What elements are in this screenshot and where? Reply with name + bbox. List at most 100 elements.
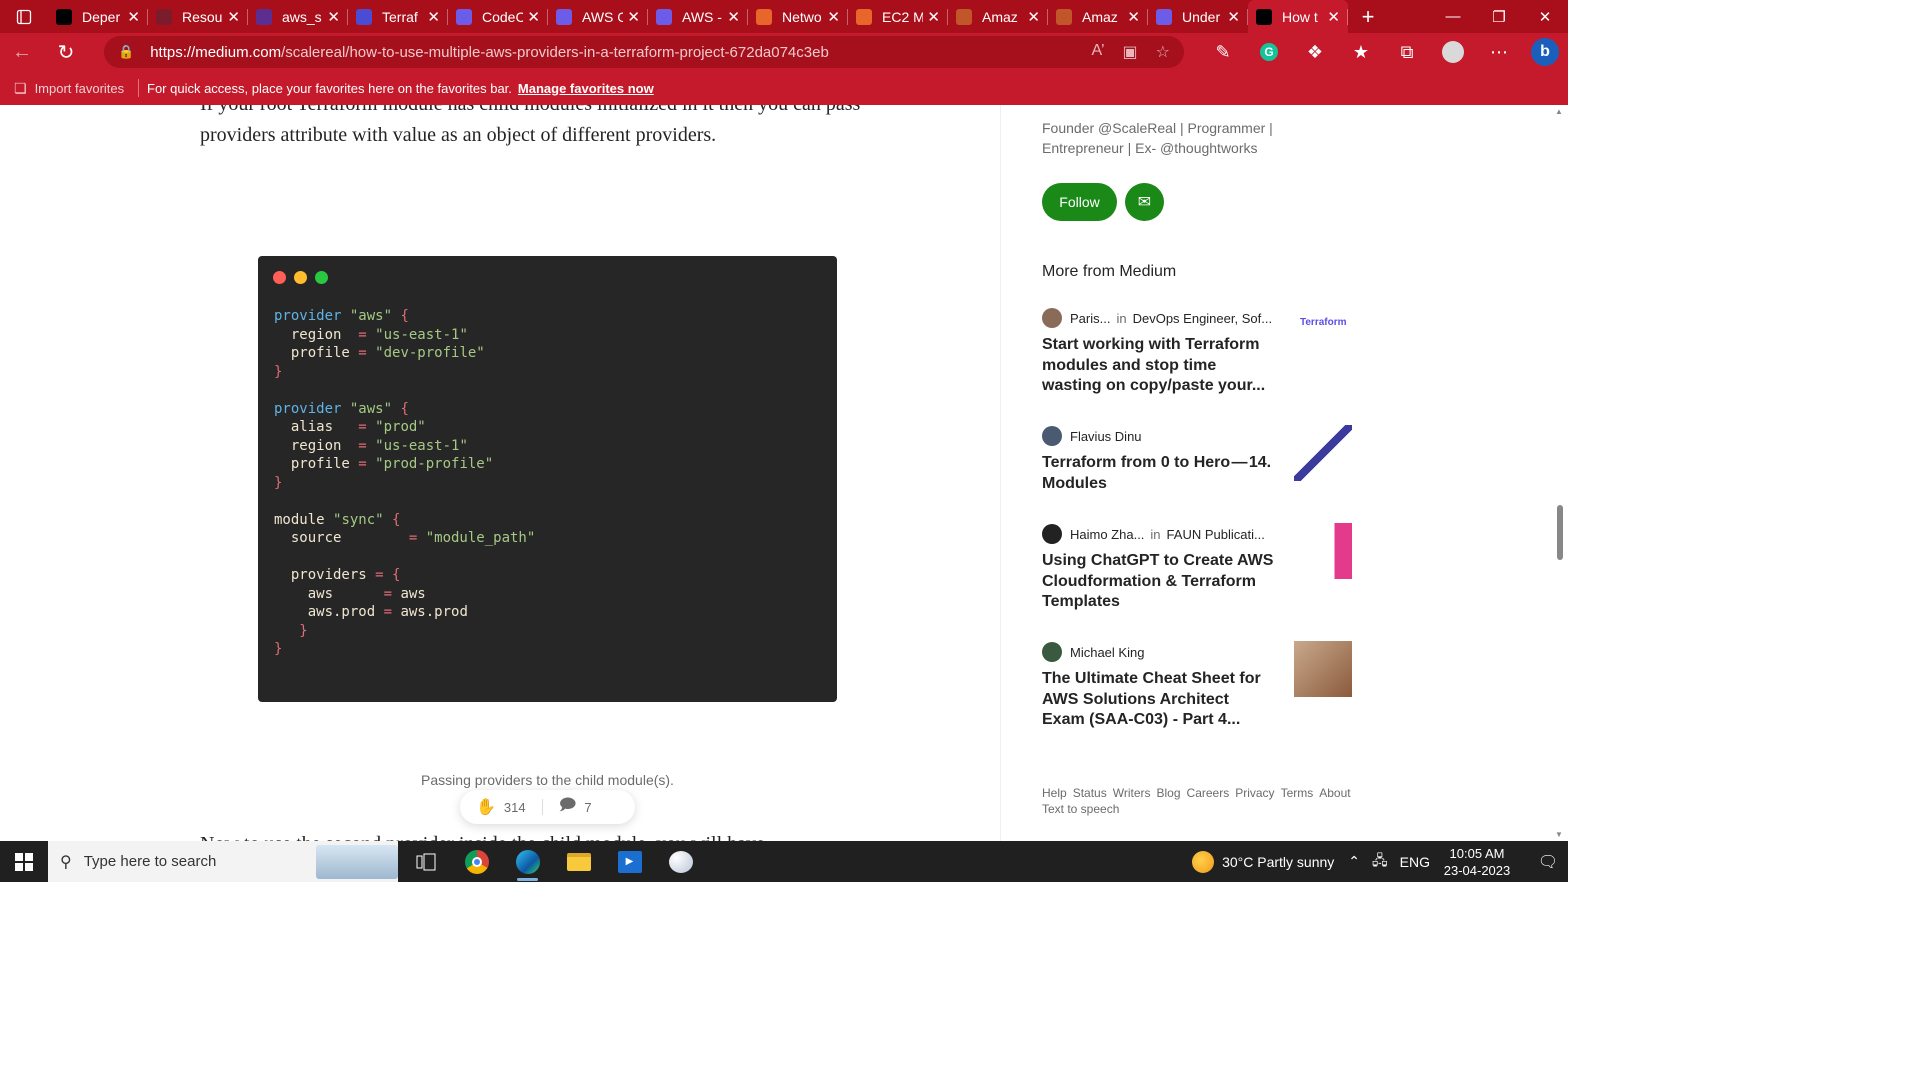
browser-tab[interactable]: AWS C ✕ bbox=[548, 0, 648, 33]
clock[interactable]: 10:05 AM 23-04-2023 bbox=[1442, 845, 1512, 879]
tab-close-icon[interactable]: ✕ bbox=[1227, 8, 1240, 26]
scrollbar-thumb[interactable] bbox=[1557, 505, 1563, 560]
tab-close-icon[interactable]: ✕ bbox=[327, 8, 340, 26]
author-avatar[interactable] bbox=[1042, 308, 1062, 328]
minimize-icon[interactable]: — bbox=[1430, 0, 1476, 33]
language-indicator[interactable]: ENG bbox=[1400, 854, 1430, 870]
card-thumbnail[interactable] bbox=[1294, 641, 1352, 697]
footer-link[interactable]: Careers bbox=[1187, 786, 1230, 800]
taskbar-search[interactable]: ⚲ Type here to search bbox=[48, 841, 398, 882]
chrome-icon[interactable] bbox=[451, 841, 502, 882]
manage-favorites-link[interactable]: Manage favorites now bbox=[518, 81, 654, 96]
subscribe-button[interactable]: ✉ bbox=[1125, 183, 1164, 221]
tab-close-icon[interactable]: ✕ bbox=[127, 8, 140, 26]
responses-button[interactable]: 🗩 7 bbox=[559, 794, 592, 821]
new-tab-button[interactable]: + bbox=[1348, 0, 1388, 33]
edge-icon[interactable] bbox=[502, 841, 553, 882]
card-title[interactable]: Start working with Terraform modules and… bbox=[1042, 335, 1274, 397]
chevron-up-icon[interactable]: ⌃ bbox=[1348, 853, 1360, 870]
browser-tab[interactable]: EC2 M ✕ bbox=[848, 0, 948, 33]
author-avatar[interactable] bbox=[1042, 524, 1062, 544]
grammarly-icon[interactable]: G bbox=[1246, 33, 1292, 71]
tab-close-icon[interactable]: ✕ bbox=[227, 8, 240, 26]
author-name[interactable]: Haimo Zha... bbox=[1070, 527, 1144, 542]
card-thumbnail[interactable] bbox=[1294, 523, 1352, 579]
tab-actions-icon[interactable] bbox=[0, 0, 48, 33]
footer-link[interactable]: Terms bbox=[1281, 786, 1314, 800]
network-icon[interactable]: 🖧 bbox=[1372, 850, 1388, 874]
bing-icon[interactable]: b bbox=[1522, 33, 1568, 71]
clap-button[interactable]: ✋ 314 bbox=[476, 797, 526, 817]
publication-name[interactable]: FAUN Publicati... bbox=[1167, 527, 1265, 542]
close-window-icon[interactable]: ✕ bbox=[1522, 0, 1568, 33]
browser-tab[interactable]: Amaz ✕ bbox=[948, 0, 1048, 33]
footer-link[interactable]: Text to speech bbox=[1042, 802, 1119, 816]
author-name[interactable]: Paris... bbox=[1070, 311, 1110, 326]
publication-name[interactable]: DevOps Engineer, Sof... bbox=[1133, 311, 1272, 326]
recommended-card[interactable]: Paris... in DevOps Engineer, Sof... Start w… bbox=[1042, 307, 1352, 397]
tab-close-icon[interactable]: ✕ bbox=[727, 8, 740, 26]
author-avatar[interactable] bbox=[1042, 642, 1062, 662]
read-aloud-icon[interactable]: A’ bbox=[1091, 42, 1104, 62]
browser-tab[interactable]: Netwo ✕ bbox=[748, 0, 848, 33]
browser-tab[interactable]: CodeC ✕ bbox=[448, 0, 548, 33]
footer-link[interactable]: Blog bbox=[1157, 786, 1181, 800]
back-icon[interactable]: ← bbox=[0, 33, 44, 71]
task-view-icon[interactable] bbox=[400, 841, 451, 882]
tab-close-icon[interactable]: ✕ bbox=[927, 8, 940, 26]
recommended-card[interactable]: Haimo Zha... in FAUN Publicati... Using Cha… bbox=[1042, 523, 1352, 613]
footer-link[interactable]: Help bbox=[1042, 786, 1067, 800]
recommended-card[interactable]: Michael King The Ultimate Cheat Sheet for… bbox=[1042, 641, 1352, 731]
footer-link[interactable]: Writers bbox=[1113, 786, 1151, 800]
author-name[interactable]: Michael King bbox=[1070, 645, 1144, 660]
footer-link[interactable]: About bbox=[1319, 786, 1350, 800]
footer-link[interactable]: Privacy bbox=[1235, 786, 1274, 800]
reader-view-icon[interactable]: ▣ bbox=[1123, 42, 1138, 62]
import-favorites[interactable]: ❏ Import favorites bbox=[0, 80, 138, 97]
browser-tab[interactable]: How t ✕ bbox=[1248, 0, 1348, 33]
notifications-icon[interactable]: 🗨 bbox=[1528, 852, 1568, 872]
card-title[interactable]: Terraform from 0 to Hero — 14. Modules bbox=[1042, 453, 1274, 494]
windows-start-icon[interactable] bbox=[0, 841, 48, 882]
address-bar[interactable]: 🔒 https://medium.com/scalereal/how-to-us… bbox=[104, 36, 1184, 68]
refresh-icon[interactable]: ↻ bbox=[44, 33, 88, 71]
weather-widget[interactable]: 30°C Partly sunny bbox=[1192, 850, 1334, 873]
add-favorite-icon[interactable]: ☆ bbox=[1156, 42, 1170, 62]
card-thumbnail[interactable]: Terraform bbox=[1294, 307, 1352, 363]
tab-close-icon[interactable]: ✕ bbox=[1327, 8, 1340, 26]
browser-tab[interactable]: Under ✕ bbox=[1148, 0, 1248, 33]
scroll-down-icon[interactable]: ▼ bbox=[1555, 830, 1563, 839]
extensions-icon[interactable]: ❖ bbox=[1292, 33, 1338, 71]
browser-tab[interactable]: Terraf ✕ bbox=[348, 0, 448, 33]
tab-close-icon[interactable]: ✕ bbox=[1127, 8, 1140, 26]
browser-tab[interactable]: aws_s ✕ bbox=[248, 0, 348, 33]
card-title[interactable]: The Ultimate Cheat Sheet for AWS Solutio… bbox=[1042, 669, 1274, 731]
author-name[interactable]: Flavius Dinu bbox=[1070, 429, 1142, 444]
browser-tab[interactable]: AWS - ✕ bbox=[648, 0, 748, 33]
recommended-card[interactable]: Flavius Dinu Terraform from 0 to Hero — 1… bbox=[1042, 425, 1352, 494]
card-thumbnail[interactable] bbox=[1294, 425, 1352, 481]
tab-close-icon[interactable]: ✕ bbox=[627, 8, 640, 26]
browser-tab[interactable]: Resou ✕ bbox=[148, 0, 248, 33]
favorites-icon[interactable]: ★ bbox=[1338, 33, 1384, 71]
tab-close-icon[interactable]: ✕ bbox=[427, 8, 440, 26]
scroll-up-icon[interactable]: ▲ bbox=[1555, 107, 1563, 116]
tab-close-icon[interactable]: ✕ bbox=[1027, 8, 1040, 26]
author-avatar[interactable] bbox=[1042, 426, 1062, 446]
media-app-icon[interactable]: ▶ bbox=[604, 841, 655, 882]
more-menu-icon[interactable]: ⋯ bbox=[1476, 33, 1522, 71]
card-title[interactable]: Using ChatGPT to Create AWS Cloudformati… bbox=[1042, 551, 1274, 613]
follow-button[interactable]: Follow bbox=[1042, 183, 1117, 221]
restore-icon[interactable]: ❐ bbox=[1476, 0, 1522, 33]
file-explorer-icon[interactable] bbox=[553, 841, 604, 882]
browser-tab[interactable]: Amaz ✕ bbox=[1048, 0, 1148, 33]
footer-link[interactable]: Status bbox=[1073, 786, 1107, 800]
paint-icon[interactable] bbox=[655, 841, 706, 882]
scrollbar[interactable]: ▲ ▼ bbox=[1552, 105, 1568, 841]
collections-icon[interactable]: ⧉ bbox=[1384, 33, 1430, 71]
tab-close-icon[interactable]: ✕ bbox=[827, 8, 840, 26]
tab-close-icon[interactable]: ✕ bbox=[527, 8, 540, 26]
pen-icon[interactable]: ✎ bbox=[1200, 33, 1246, 71]
browser-tab[interactable]: Deper ✕ bbox=[48, 0, 148, 33]
profile-avatar[interactable] bbox=[1430, 33, 1476, 71]
